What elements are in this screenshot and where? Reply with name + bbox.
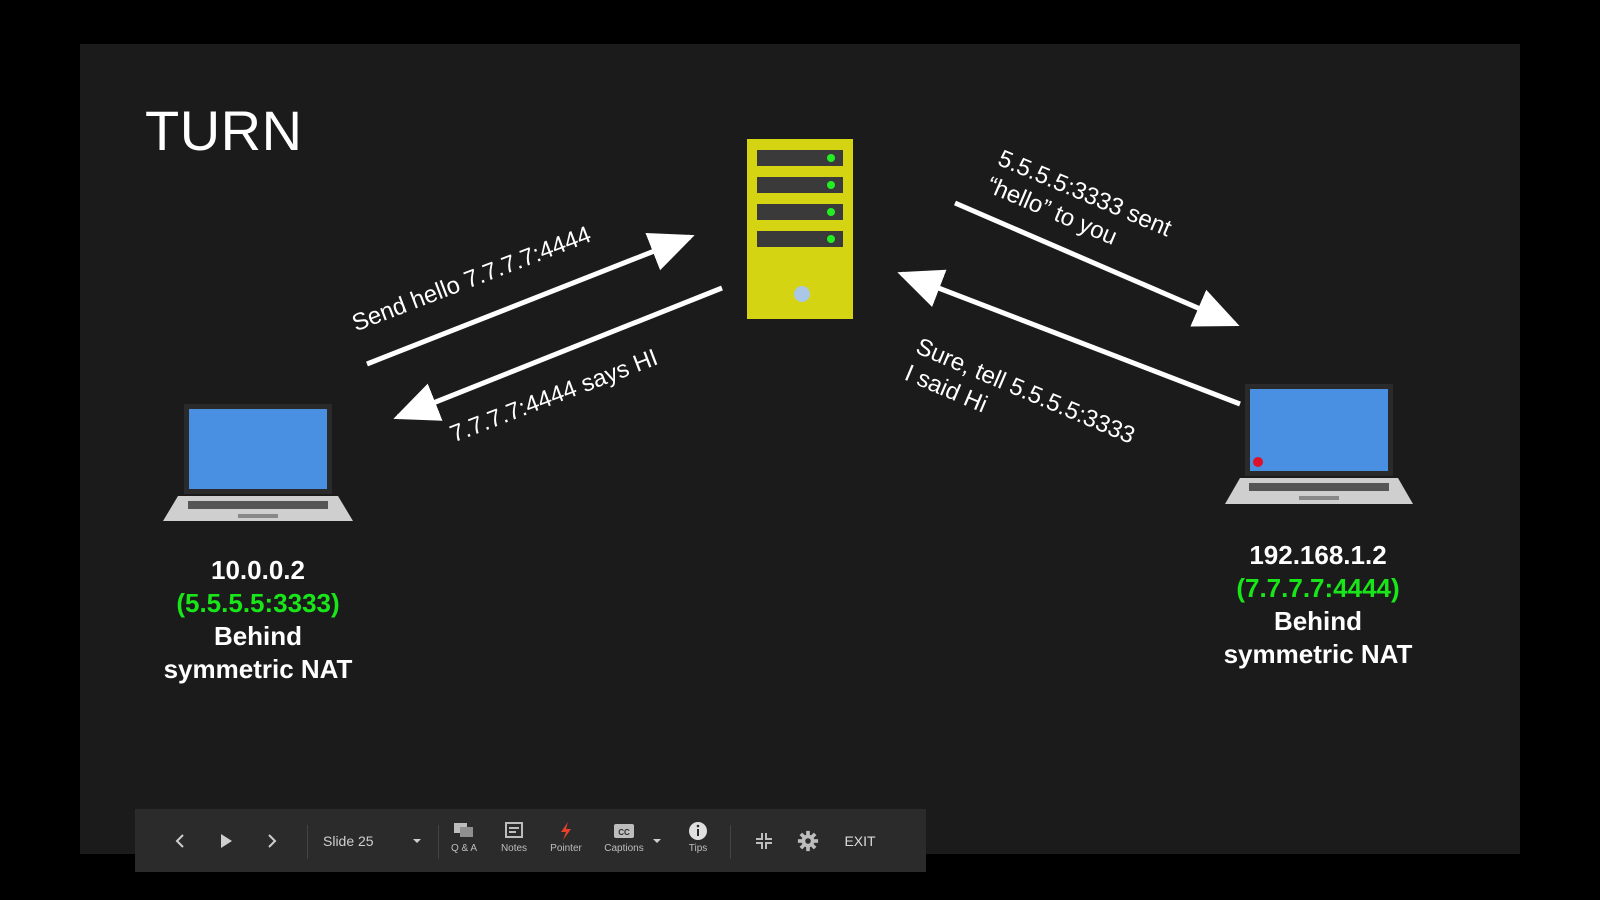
laser-pointer-icon	[561, 822, 571, 840]
slide-number-label: Slide 25	[323, 832, 374, 849]
toolbar-divider	[438, 825, 439, 859]
gear-icon	[797, 830, 819, 851]
diagram-canvas	[163, 139, 1413, 521]
exit-button[interactable]: EXIT	[835, 809, 885, 872]
left-laptop-icon	[163, 404, 353, 521]
presenter-toolbar: Slide 25 Q & A Notes Pointer CC Captions	[135, 809, 926, 872]
exit-fullscreen-button[interactable]	[748, 809, 780, 872]
chevron-down-icon	[413, 838, 421, 843]
qa-icon	[454, 823, 473, 837]
toolbar-divider	[307, 825, 308, 859]
exit-label: EXIT	[844, 832, 876, 849]
info-icon	[689, 822, 707, 840]
tips-label: Tips	[688, 843, 708, 854]
qa-button[interactable]: Q & A	[441, 821, 487, 863]
settings-button[interactable]	[791, 809, 825, 872]
right-peer-public-address: (7.7.7.7:4444)	[1236, 573, 1400, 603]
right-peer-caption: 192.168.1.2 (7.7.7.7:4444) Behind symmet…	[1158, 539, 1478, 671]
left-peer-caption: 10.0.0.2 (5.5.5.5:3333) Behind symmetric…	[98, 554, 418, 686]
presentation-slide: TURN Send hello 7.7.7.7:4444 7.7.7.7:444…	[80, 44, 1520, 854]
tips-button[interactable]: Tips	[675, 821, 721, 863]
play-icon	[221, 833, 232, 848]
captions-label: Captions	[604, 843, 644, 854]
right-peer-line4: symmetric NAT	[1223, 639, 1413, 669]
laser-pointer-dot	[1253, 457, 1263, 467]
server-icon	[747, 139, 853, 319]
notes-label: Notes	[500, 843, 528, 854]
right-peer-ip: 192.168.1.2	[1249, 540, 1387, 570]
pointer-button[interactable]: Pointer	[543, 821, 589, 863]
captions-options-dropdown[interactable]	[649, 809, 665, 872]
next-slide-button[interactable]	[257, 809, 287, 872]
qa-label: Q & A	[450, 843, 478, 854]
prev-slide-button[interactable]	[165, 809, 195, 872]
play-button[interactable]	[211, 809, 241, 872]
left-peer-line4: symmetric NAT	[163, 654, 353, 684]
notes-icon	[505, 822, 523, 838]
notes-button[interactable]: Notes	[491, 821, 537, 863]
right-peer-line3: Behind	[1273, 606, 1363, 636]
pointer-label: Pointer	[550, 843, 582, 854]
minimize-icon	[756, 832, 772, 849]
toolbar-divider	[730, 825, 731, 859]
chevron-right-icon	[268, 833, 277, 848]
left-peer-public-address: (5.5.5.5:3333)	[176, 588, 340, 618]
left-peer-ip: 10.0.0.2	[211, 555, 305, 585]
svg-text:CC: CC	[618, 828, 630, 837]
right-laptop-icon	[1225, 384, 1413, 504]
slide-selector[interactable]: Slide 25	[315, 809, 430, 872]
captions-icon: CC	[614, 824, 634, 838]
left-peer-line3: Behind	[213, 621, 303, 651]
chevron-down-icon	[653, 838, 661, 843]
captions-button[interactable]: CC Captions	[601, 821, 647, 863]
chevron-left-icon	[175, 833, 184, 848]
